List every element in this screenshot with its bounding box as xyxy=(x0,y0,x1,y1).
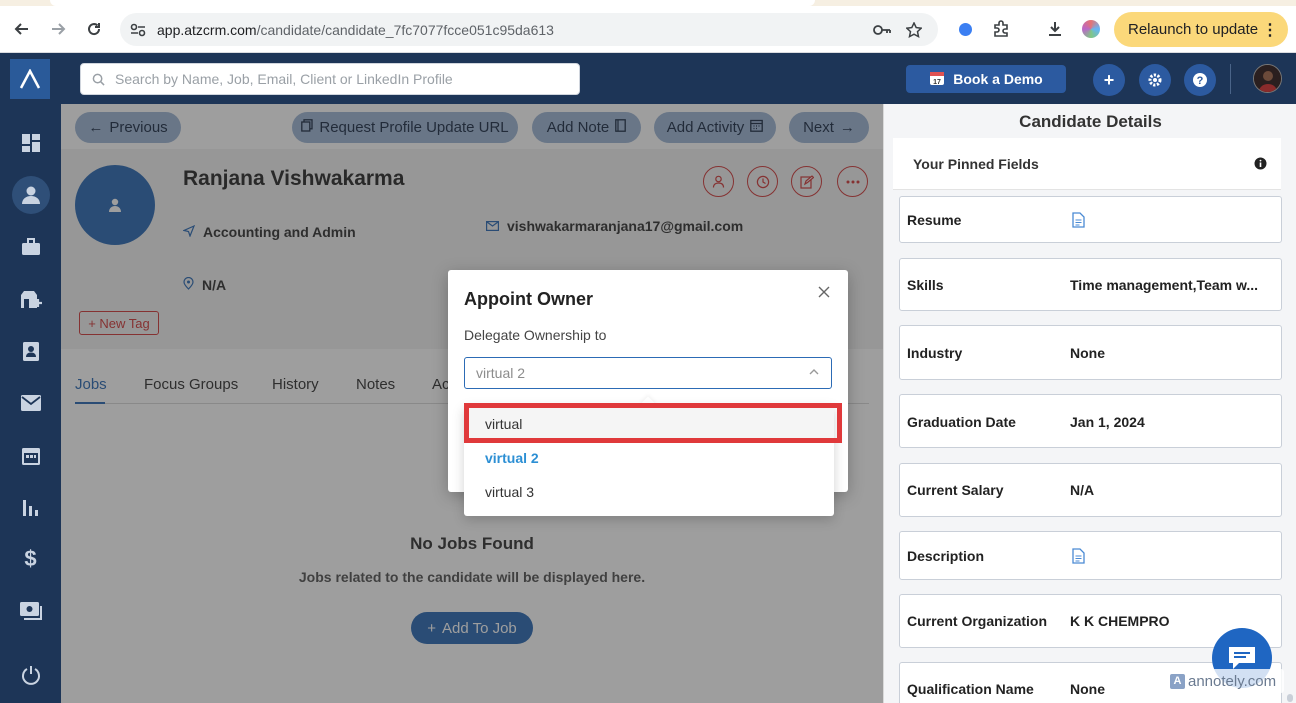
candidate-details-title: Candidate Details xyxy=(1019,112,1162,131)
relaunch-label: Relaunch to update xyxy=(1128,21,1259,38)
app-logo[interactable] xyxy=(10,59,50,99)
annotely-watermark: A annotely.com xyxy=(1166,669,1284,693)
address-bar[interactable]: app.atzcrm.com/candidate/candidate_7fc70… xyxy=(120,13,938,46)
clients-icon[interactable] xyxy=(0,279,61,319)
extension-dot-icon[interactable] xyxy=(954,18,976,40)
field-key: Graduation Date xyxy=(907,414,1016,430)
password-key-icon[interactable] xyxy=(872,20,892,40)
billing-icon[interactable]: $ xyxy=(0,539,61,579)
svg-text:?: ? xyxy=(1197,75,1204,87)
browser-chrome: app.atzcrm.com/candidate/candidate_7fc70… xyxy=(0,0,1296,53)
owner-option-virtual-2[interactable]: virtual 2 xyxy=(464,441,834,475)
field-skills: Skills Time management,Team w... xyxy=(899,258,1282,311)
field-graduation-date: Graduation Date Jan 1, 2024 xyxy=(899,394,1282,448)
jobs-icon[interactable] xyxy=(0,227,61,267)
url-host: app.atzcrm.com xyxy=(157,21,257,38)
info-icon[interactable] xyxy=(1254,157,1267,175)
delegate-ownership-label: Delegate Ownership to xyxy=(464,327,607,343)
candidate-details-panel: Candidate Details Your Pinned Fields Res… xyxy=(883,104,1296,703)
reload-icon[interactable] xyxy=(82,17,106,41)
search-icon xyxy=(92,73,105,86)
forward-icon[interactable] xyxy=(46,17,70,41)
field-key: Current Organization xyxy=(907,613,1048,629)
url-text: app.atzcrm.com/candidate/candidate_7fc70… xyxy=(157,22,554,38)
field-resume: Resume xyxy=(899,196,1282,243)
svg-text:17: 17 xyxy=(933,79,941,86)
reports-icon[interactable] xyxy=(0,487,61,527)
field-key: Current Salary xyxy=(907,482,1004,498)
field-value: K K CHEMPRO xyxy=(1070,613,1170,629)
pinned-fields-header: Your Pinned Fields xyxy=(893,138,1281,190)
left-sidebar: $ xyxy=(0,53,61,703)
more-menu-icon[interactable]: ⋮ xyxy=(1262,20,1278,40)
field-description: Description xyxy=(899,531,1282,580)
calendar-badge-icon: 17 xyxy=(929,70,945,89)
candidates-icon[interactable] xyxy=(0,175,61,215)
close-icon[interactable] xyxy=(815,283,833,301)
modal-title: Appoint Owner xyxy=(464,289,593,309)
field-key: Industry xyxy=(907,345,963,361)
description-document-icon[interactable] xyxy=(1072,548,1085,569)
field-industry: Industry None xyxy=(899,325,1282,380)
active-tab[interactable] xyxy=(50,0,815,6)
payments-icon[interactable] xyxy=(0,591,61,631)
owner-option-virtual-3[interactable]: virtual 3 xyxy=(464,475,834,509)
contacts-icon[interactable] xyxy=(0,331,61,371)
dashboard-icon[interactable] xyxy=(0,123,61,163)
settings-gear-icon[interactable] xyxy=(1139,64,1171,96)
app-top-bar: Search by Name, Job, Email, Client or Li… xyxy=(61,53,1296,104)
url-path: /candidate/candidate_7fc7077fcce051c95da… xyxy=(256,21,554,38)
search-placeholder: Search by Name, Job, Email, Client or Li… xyxy=(115,71,453,87)
bookmark-star-icon[interactable] xyxy=(904,20,924,40)
profile-icon[interactable] xyxy=(1080,18,1102,40)
site-settings-icon[interactable] xyxy=(130,22,146,38)
calendar-icon[interactable] xyxy=(0,435,61,475)
annotely-logo: A xyxy=(1170,673,1185,689)
back-icon[interactable] xyxy=(10,17,34,41)
annotation-highlight-box xyxy=(464,403,842,443)
resume-document-icon[interactable] xyxy=(1072,212,1085,233)
relaunch-button[interactable]: Relaunch to update ⋮ xyxy=(1114,12,1288,47)
mail-icon[interactable] xyxy=(0,383,61,423)
field-key: Skills xyxy=(907,277,944,293)
chevron-up-icon xyxy=(807,365,821,379)
user-avatar[interactable] xyxy=(1253,64,1282,93)
download-icon[interactable] xyxy=(1044,18,1066,40)
field-value: None xyxy=(1070,345,1105,361)
owner-select[interactable]: virtual 2 xyxy=(464,357,832,389)
book-demo-label: Book a Demo xyxy=(953,71,1043,87)
appbar-divider xyxy=(1230,64,1231,94)
field-key: Qualification Name xyxy=(907,681,1034,697)
field-key: Description xyxy=(907,548,985,564)
owner-select-value: virtual 2 xyxy=(476,365,526,381)
pinned-fields-label: Your Pinned Fields xyxy=(913,156,1039,172)
field-value: N/A xyxy=(1070,482,1095,498)
panel-scrollbar[interactable] xyxy=(1287,694,1293,702)
field-current-salary: Current Salary N/A xyxy=(899,463,1282,517)
global-search-input[interactable]: Search by Name, Job, Email, Client or Li… xyxy=(80,63,580,95)
extensions-puzzle-icon[interactable] xyxy=(990,18,1012,40)
add-new-icon[interactable]: + xyxy=(1093,64,1125,96)
field-value: Time management,Team w... xyxy=(1070,277,1259,293)
watermark-text: annotely.com xyxy=(1188,672,1277,690)
book-demo-button[interactable]: 17 Book a Demo xyxy=(906,65,1066,93)
field-value: Jan 1, 2024 xyxy=(1070,414,1145,430)
field-key: Resume xyxy=(907,212,962,228)
tab-strip xyxy=(0,0,1296,6)
power-icon[interactable] xyxy=(0,655,61,695)
help-icon[interactable]: ? xyxy=(1184,64,1216,96)
